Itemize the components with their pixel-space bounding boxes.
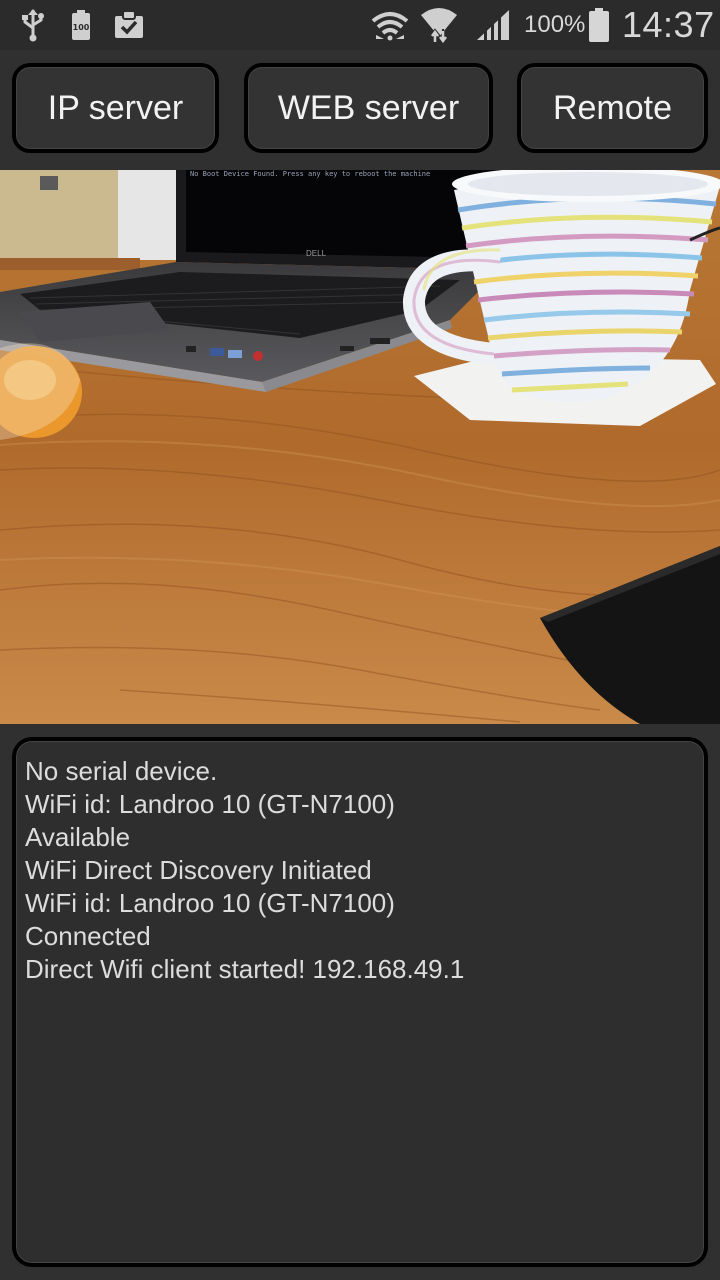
log-line: No serial device.	[25, 756, 218, 786]
cell-signal-icon	[474, 0, 512, 50]
laptop-brand-logo: DELL	[306, 249, 327, 258]
ip-server-button[interactable]: IP server	[12, 63, 219, 153]
battery-icon	[586, 0, 612, 50]
clock: 14:37	[622, 4, 715, 45]
remote-button[interactable]: Remote	[517, 63, 708, 153]
battery-percent: 100%	[524, 11, 586, 38]
log-line: Available	[25, 822, 131, 852]
toolbar: IP server WEB server Remote	[0, 50, 720, 170]
log-line: Connected	[25, 921, 151, 951]
status-bar: 100 100% 14:37	[0, 0, 720, 50]
battery-small-label: 100	[73, 23, 90, 32]
usb-icon	[18, 0, 48, 50]
clipboard-check-icon	[112, 0, 146, 50]
laptop-screen-text: No Boot Device Found. Press any key to r…	[190, 170, 430, 178]
log-line: Direct Wifi client started! 192.168.49.1	[25, 954, 465, 984]
log-line: WiFi id: Landroo 10 (GT-N7100)	[25, 789, 395, 819]
wifi-icon	[420, 0, 458, 50]
log-line: WiFi id: Landroo 10 (GT-N7100)	[25, 888, 395, 918]
log-panel[interactable]: No serial device. WiFi id: Landroo 10 (G…	[12, 737, 708, 1267]
wifi-direct-icon	[370, 0, 410, 50]
log-line: WiFi Direct Discovery Initiated	[25, 855, 372, 885]
camera-preview: No Boot Device Found. Press any key to r…	[0, 170, 720, 724]
web-server-button[interactable]: WEB server	[244, 63, 493, 153]
battery-100-icon: 100	[68, 0, 94, 50]
